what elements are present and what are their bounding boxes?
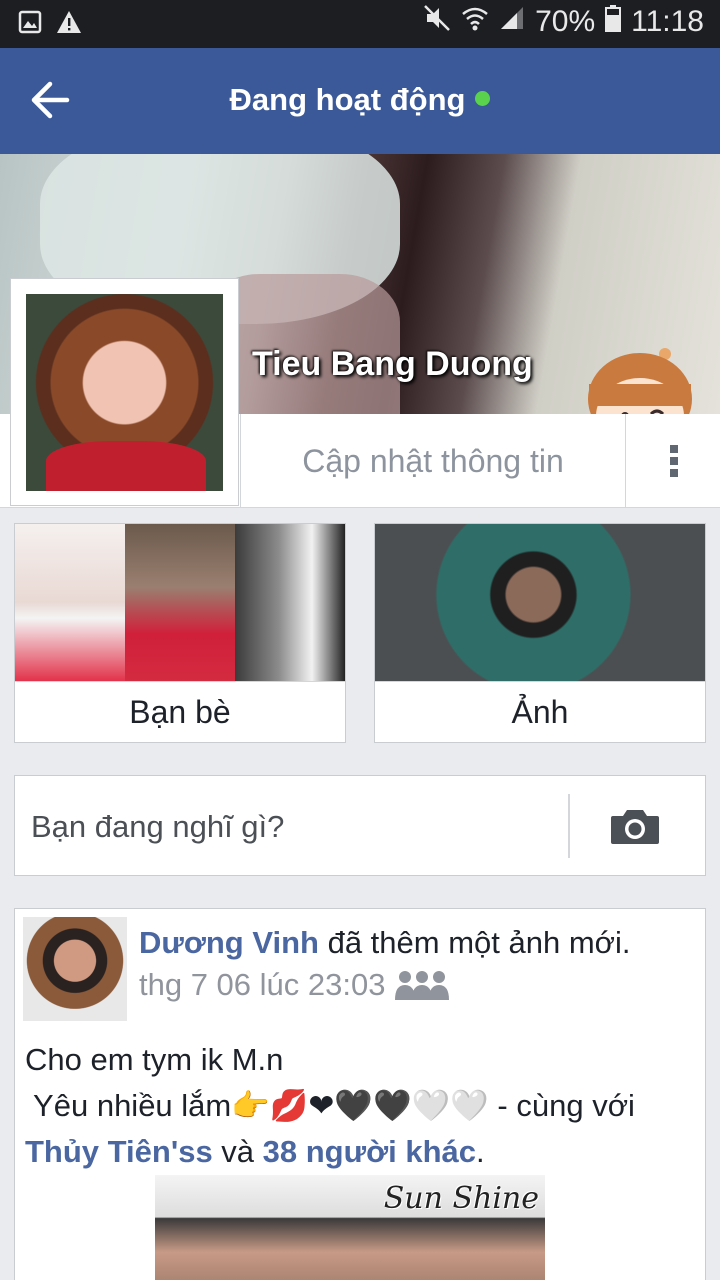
friends-privacy-icon bbox=[395, 971, 450, 1000]
warning-icon bbox=[56, 10, 82, 39]
cartoon-doll-icon bbox=[588, 348, 692, 414]
more-options-button[interactable] bbox=[627, 414, 720, 508]
profile-picture[interactable] bbox=[10, 278, 239, 506]
post-photo[interactable]: Sun Shine bbox=[155, 1175, 545, 1280]
post-action-text: đã thêm một ảnh mới. bbox=[318, 925, 631, 960]
friends-thumbnails bbox=[15, 524, 345, 681]
post-tags: Thủy Tiên'ss và 38 người khác. bbox=[25, 1129, 695, 1175]
photos-label: Ảnh bbox=[375, 681, 705, 743]
avatar bbox=[26, 294, 223, 491]
post-author-link[interactable]: Dương Vinh bbox=[139, 925, 319, 960]
friends-label: Bạn bè bbox=[15, 681, 345, 743]
app-bar: Đang hoạt động bbox=[0, 48, 720, 154]
clock: 11:18 bbox=[631, 5, 704, 38]
friends-tile[interactable]: Bạn bè bbox=[14, 523, 346, 743]
camera-button[interactable] bbox=[609, 808, 661, 846]
image-icon bbox=[18, 10, 42, 39]
photos-tile[interactable]: Ảnh bbox=[374, 523, 706, 743]
photo-thumbnail bbox=[375, 524, 705, 681]
mute-icon bbox=[423, 4, 451, 40]
post-author-avatar[interactable] bbox=[23, 917, 127, 1021]
online-status-icon bbox=[475, 91, 491, 107]
tagged-others-link[interactable]: 38 người khác bbox=[263, 1134, 476, 1169]
camera-icon bbox=[611, 810, 659, 844]
status-composer: Bạn đang nghĩ gì? bbox=[14, 775, 706, 876]
battery-percent: 70% bbox=[535, 5, 596, 38]
post-body: Cho em tym ik M.n Yêu nhiều lắm👉💋❤🖤🖤🤍🤍 -… bbox=[25, 1037, 695, 1175]
avatar-decoration bbox=[46, 441, 206, 491]
photo-watermark: Sun Shine bbox=[383, 1181, 539, 1216]
tagged-user-link[interactable]: Thủy Tiên'ss bbox=[25, 1134, 213, 1169]
update-info-button[interactable]: Cập nhật thông tin bbox=[240, 414, 626, 508]
profile-name: Tieu Bang Duong bbox=[252, 345, 533, 383]
signal-icon bbox=[499, 5, 525, 39]
status-input[interactable]: Bạn đang nghĩ gì? bbox=[31, 776, 561, 877]
page-title-text: Đang hoạt động bbox=[229, 82, 466, 117]
tags-conjunction: và bbox=[212, 1134, 263, 1169]
friend-thumbnail bbox=[15, 524, 125, 681]
post-header: Dương Vinh đã thêm một ảnh mới. bbox=[139, 921, 695, 965]
post-text-line: Yêu nhiều lắm👉💋❤🖤🖤🤍🤍 - cùng với bbox=[25, 1088, 635, 1123]
friend-thumbnail bbox=[125, 524, 235, 681]
photos-thumbnail bbox=[375, 524, 705, 681]
page-title: Đang hoạt động bbox=[0, 82, 720, 118]
status-bar: 70% 11:18 bbox=[0, 0, 720, 48]
tags-end: . bbox=[476, 1134, 485, 1169]
battery-icon bbox=[605, 4, 622, 40]
wifi-icon bbox=[461, 4, 489, 40]
more-vertical-icon bbox=[669, 445, 678, 477]
news-feed-post: Dương Vinh đã thêm một ảnh mới. thg 7 06… bbox=[14, 908, 706, 1280]
divider bbox=[568, 794, 570, 858]
post-timestamp[interactable]: thg 7 06 lúc 23:03 bbox=[139, 967, 385, 1003]
post-meta: thg 7 06 lúc 23:03 bbox=[139, 967, 451, 1003]
friend-thumbnail bbox=[235, 524, 345, 681]
post-text-line: Cho em tym ik M.n bbox=[25, 1042, 284, 1077]
